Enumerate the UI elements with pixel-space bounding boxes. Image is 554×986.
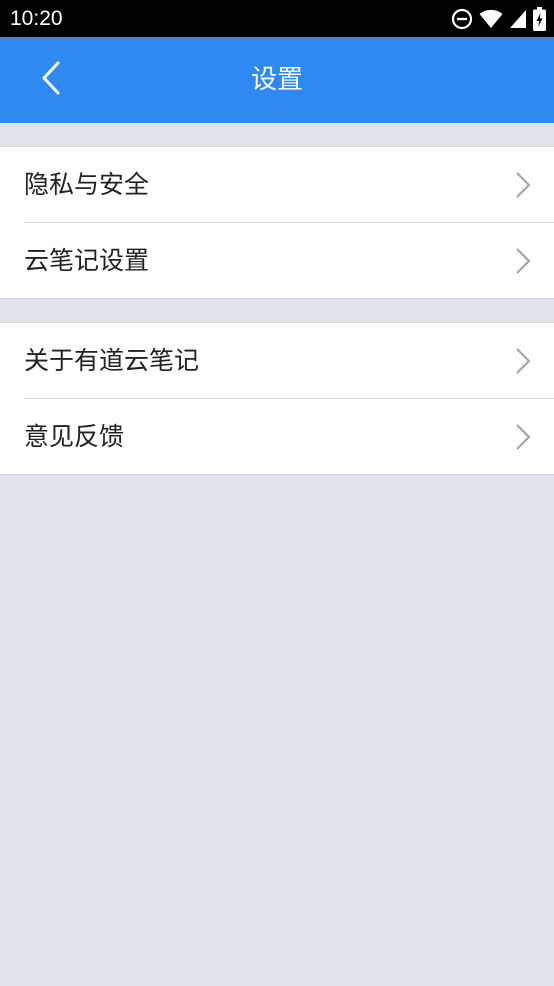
cellular-signal-icon (509, 9, 527, 29)
app-bar: 设置 (0, 37, 554, 123)
settings-item-label: 关于有道云笔记 (24, 346, 200, 375)
chevron-right-icon (514, 423, 532, 451)
settings-item-label: 云笔记设置 (24, 246, 150, 275)
settings-item-cloud-note-settings[interactable]: 云笔记设置 (0, 222, 554, 298)
wifi-icon (479, 9, 503, 29)
back-arrow-icon (41, 61, 61, 99)
settings-item-label: 隐私与安全 (24, 170, 150, 199)
settings-item-feedback[interactable]: 意见反馈 (0, 398, 554, 474)
chevron-right-icon (514, 171, 532, 199)
back-button[interactable] (28, 57, 74, 103)
chevron-right-icon (514, 347, 532, 375)
status-icons (451, 7, 546, 31)
settings-group-about: 关于有道云笔记 意见反馈 (0, 322, 554, 475)
status-bar: 10:20 (0, 0, 554, 37)
settings-item-label: 意见反馈 (24, 422, 125, 451)
page-title: 设置 (250, 65, 303, 95)
battery-charging-icon (533, 7, 546, 31)
settings-group-general: 隐私与安全 云笔记设置 (0, 146, 554, 299)
status-time: 10:20 (10, 7, 63, 30)
settings-item-about[interactable]: 关于有道云笔记 (0, 323, 554, 398)
do-not-disturb-icon (451, 8, 473, 30)
settings-item-privacy-security[interactable]: 隐私与安全 (0, 147, 554, 222)
chevron-right-icon (514, 247, 532, 275)
